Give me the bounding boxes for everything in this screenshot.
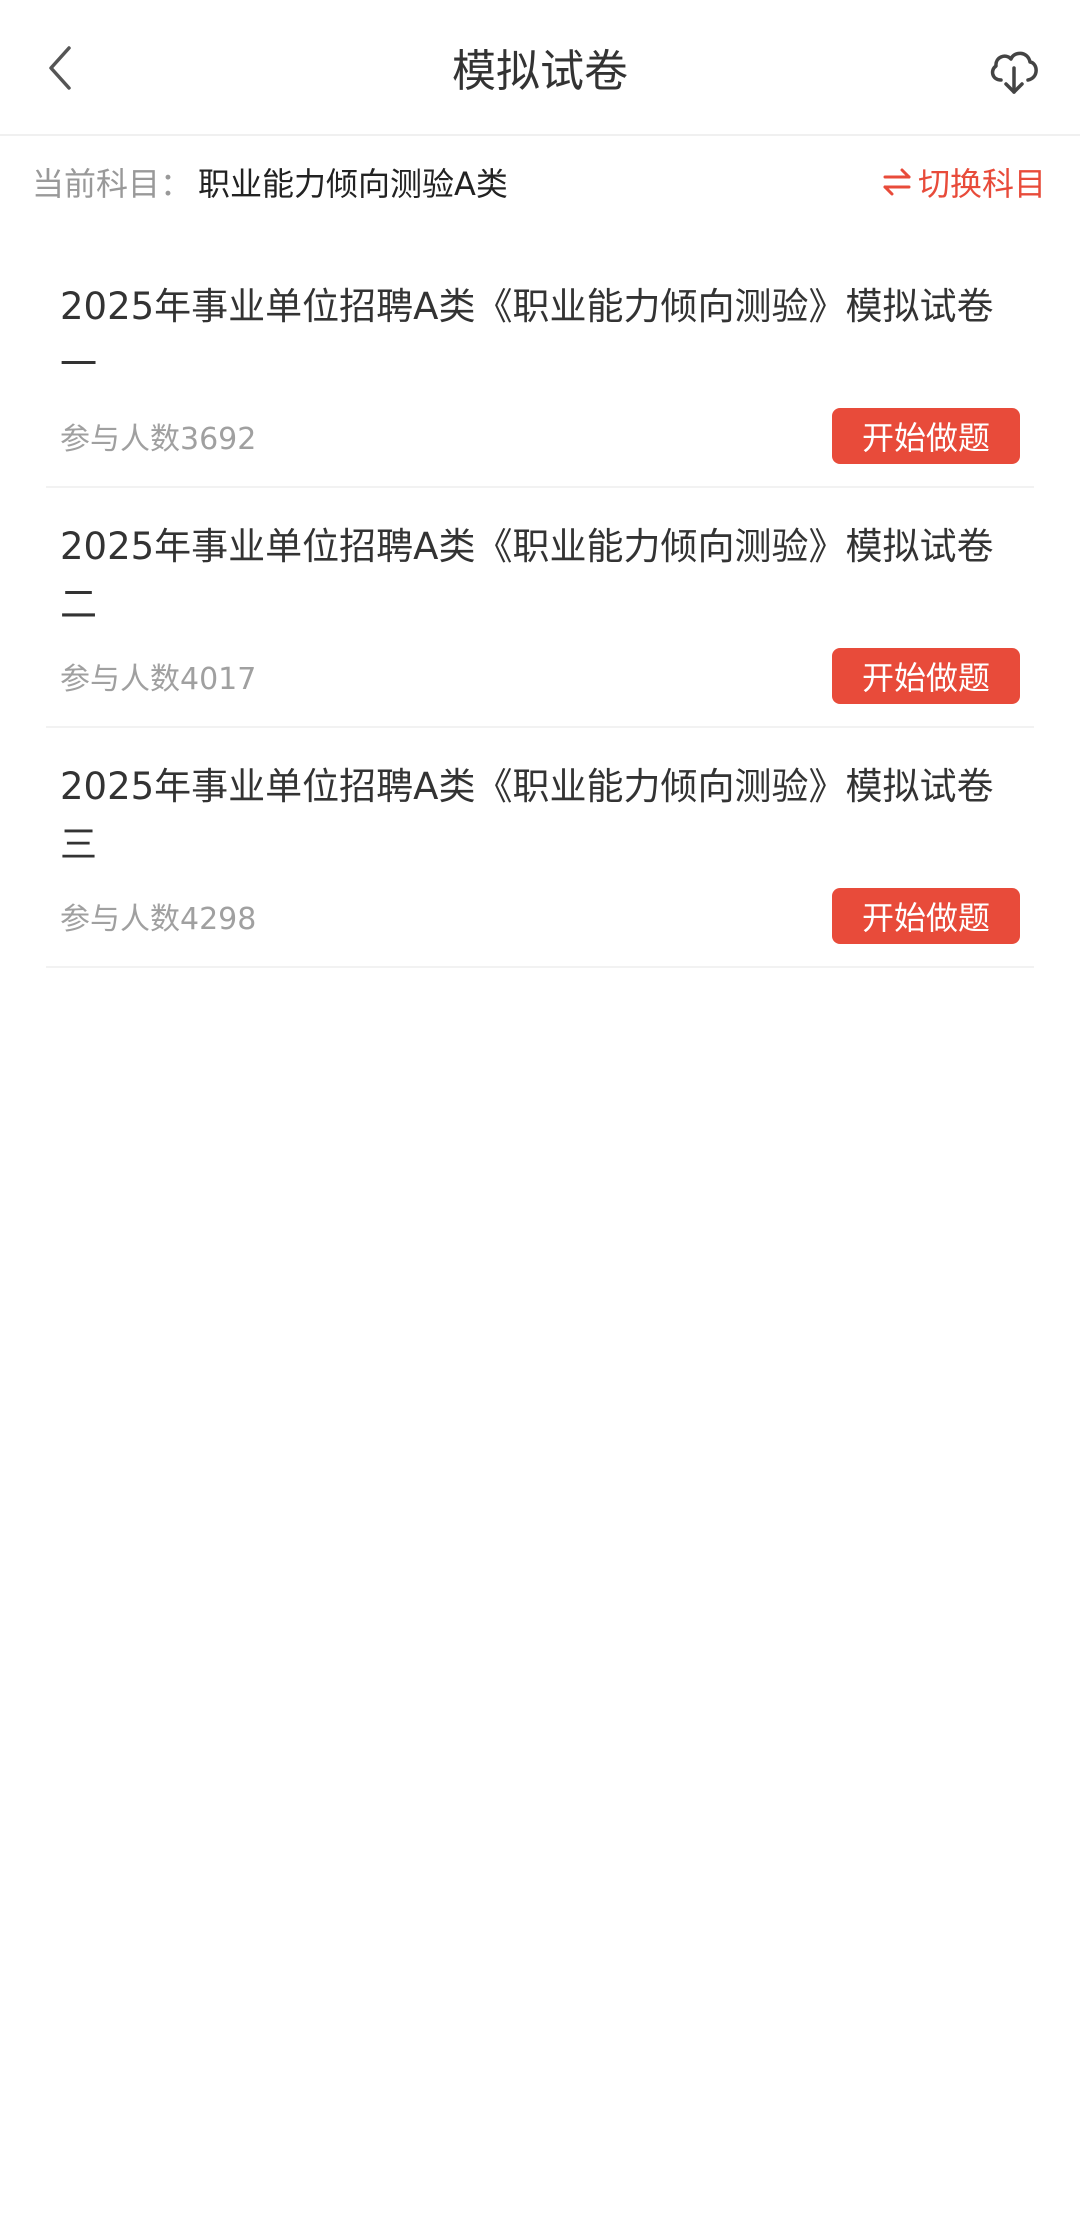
exam-meta-row: 参与人数4298 开始做题 — [60, 888, 1020, 944]
download-button[interactable] — [982, 38, 1046, 102]
app-screen: 模拟试卷 当前科目： 职业能力倾向测验A类 切换科目 2025年事业单位招聘A类… — [0, 0, 1080, 2235]
switch-subject-label: 切换科目 — [917, 165, 1046, 203]
exam-title: 2025年事业单位招聘A类《职业能力倾向测验》模拟试卷一 — [60, 285, 994, 386]
start-exam-button[interactable]: 开始做题 — [832, 648, 1020, 704]
exam-title: 2025年事业单位招聘A类《职业能力倾向测验》模拟试卷三 — [60, 765, 994, 866]
exam-list: 2025年事业单位招聘A类《职业能力倾向测验》模拟试卷一 参与人数3692 开始… — [0, 248, 1080, 968]
exam-list-item[interactable]: 2025年事业单位招聘A类《职业能力倾向测验》模拟试卷一 参与人数3692 开始… — [46, 248, 1034, 488]
swap-arrows-icon — [882, 167, 912, 197]
exam-list-item[interactable]: 2025年事业单位招聘A类《职业能力倾向测验》模拟试卷三 参与人数4298 开始… — [46, 728, 1034, 968]
subject-name: 职业能力倾向测验A类 — [198, 165, 508, 203]
participant-count: 参与人数4298 — [60, 902, 257, 937]
exam-meta-row: 参与人数3692 开始做题 — [60, 408, 1020, 464]
exam-title: 2025年事业单位招聘A类《职业能力倾向测验》模拟试卷二 — [60, 525, 994, 626]
participant-count: 参与人数4017 — [60, 662, 257, 697]
exam-list-item[interactable]: 2025年事业单位招聘A类《职业能力倾向测验》模拟试卷二 参与人数4017 开始… — [46, 488, 1034, 728]
current-subject-bar: 当前科目： 职业能力倾向测验A类 切换科目 — [0, 136, 1080, 228]
start-exam-button[interactable]: 开始做题 — [832, 408, 1020, 464]
switch-subject-button[interactable]: 切换科目 — [882, 159, 1046, 205]
cloud-download-icon — [990, 51, 1038, 94]
participant-count: 参与人数3692 — [60, 422, 257, 457]
page-title: 模拟试卷 — [452, 46, 628, 97]
start-exam-button[interactable]: 开始做题 — [832, 888, 1020, 944]
top-nav-bar: 模拟试卷 — [0, 0, 1080, 136]
exam-meta-row: 参与人数4017 开始做题 — [60, 648, 1020, 704]
subject-label: 当前科目： — [32, 165, 193, 203]
